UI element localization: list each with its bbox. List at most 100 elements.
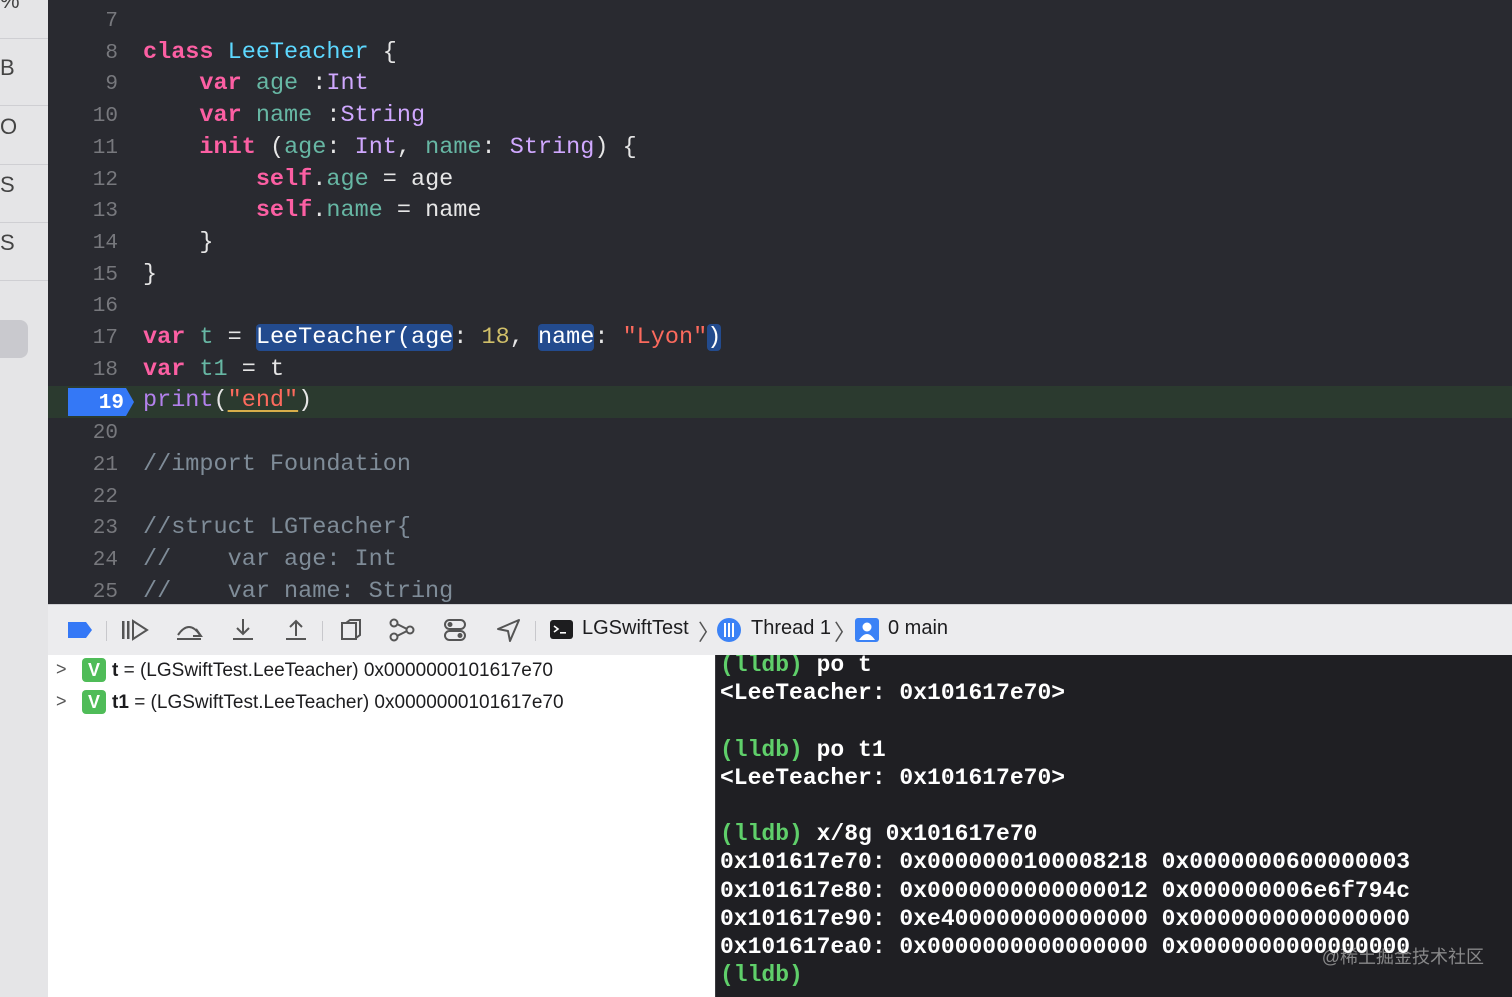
code-token: var bbox=[199, 102, 242, 130]
code-text: print("end") bbox=[143, 387, 312, 414]
line-number: 12 bbox=[92, 168, 118, 192]
code-line[interactable]: 11 init (age: Int, name: String) { bbox=[48, 133, 1512, 165]
code-line[interactable]: 7 bbox=[48, 6, 1512, 38]
code-token: ) bbox=[298, 387, 313, 415]
continue-icon[interactable] bbox=[120, 617, 150, 643]
breakpoint-indicator-icon[interactable]: 19 bbox=[68, 388, 134, 417]
code-line[interactable]: 13 self.name = name bbox=[48, 196, 1512, 228]
memory-graph-icon[interactable] bbox=[388, 617, 418, 643]
toolbar-separator bbox=[106, 621, 107, 641]
simulate-location-icon[interactable] bbox=[494, 617, 524, 643]
code-token: : bbox=[453, 324, 482, 351]
step-out-icon[interactable] bbox=[281, 617, 311, 643]
code-token: Int bbox=[326, 70, 369, 98]
code-text: init (age: Int, name: String) { bbox=[143, 133, 636, 161]
code-line[interactable]: 25 // var name: String bbox=[48, 577, 1512, 604]
breadcrumb-frame[interactable]: 0 main bbox=[888, 617, 948, 640]
code-line[interactable]: 18 var t1 = t bbox=[48, 355, 1512, 387]
navigator-item[interactable]: S bbox=[0, 222, 48, 281]
console-text: 0x101617e80: 0x0000000000000012 0x000000… bbox=[720, 877, 1411, 904]
terminal-icon bbox=[549, 617, 579, 643]
code-token: "end" bbox=[227, 387, 299, 415]
variable-row[interactable]: > V t = (LGSwiftTest.LeeTeacher) 0x00000… bbox=[48, 655, 715, 687]
code-text: } bbox=[143, 261, 157, 288]
code-line[interactable]: 8 class LeeTeacher { bbox=[48, 38, 1512, 70]
line-number: 25 bbox=[92, 580, 118, 604]
code-text: // var age: Int bbox=[143, 546, 397, 573]
code-token: name bbox=[425, 133, 482, 161]
console-line: (lldb) bbox=[720, 962, 803, 988]
breadcrumb-thread[interactable]: Thread 1 bbox=[751, 617, 831, 640]
code-line[interactable]: 9 var age :Int bbox=[48, 69, 1512, 101]
code-text: class LeeTeacher { bbox=[143, 39, 397, 66]
code-line[interactable]: 21 //import Foundation bbox=[48, 450, 1512, 482]
console-line: 0x101617e70: 0x0000000100008218 0x000000… bbox=[720, 849, 1410, 875]
code-line[interactable]: 22 bbox=[48, 482, 1512, 514]
navigator-strip: % B O S S bbox=[0, 0, 49, 997]
lldb-prompt: (lldb) bbox=[720, 821, 803, 848]
code-line[interactable]: 14 } bbox=[48, 228, 1512, 260]
lldb-prompt: (lldb) bbox=[720, 655, 803, 678]
code-token: = age bbox=[368, 165, 454, 193]
code-line[interactable]: 15} bbox=[48, 260, 1512, 292]
navigator-selected-item[interactable] bbox=[0, 320, 28, 358]
navigator-item[interactable]: S bbox=[0, 164, 48, 223]
code-token: : bbox=[312, 102, 341, 130]
code-token: t1 bbox=[199, 355, 228, 383]
code-line[interactable]: 16 bbox=[48, 291, 1512, 323]
code-text: //import Foundation bbox=[143, 451, 411, 478]
console-text: <LeeTeacher: 0x101617e70> bbox=[720, 764, 1066, 791]
variable-badge: V bbox=[82, 690, 106, 714]
code-token: age bbox=[326, 165, 369, 193]
code-text: } bbox=[143, 228, 214, 256]
breadcrumb-target[interactable]: LGSwiftTest bbox=[582, 617, 689, 640]
user-frame-icon bbox=[854, 617, 884, 643]
code-text: var t = LeeTeacher(age: 18, name: "Lyon"… bbox=[143, 324, 722, 351]
code-token: name bbox=[255, 102, 313, 130]
variable-row[interactable]: > V t1 = (LGSwiftTest.LeeTeacher) 0x0000… bbox=[48, 687, 715, 719]
step-over-icon[interactable] bbox=[174, 617, 204, 643]
variable-name: t1 bbox=[112, 692, 129, 713]
breakpoints-toggle-icon[interactable] bbox=[66, 617, 96, 643]
line-number: 10 bbox=[92, 105, 118, 129]
environment-overrides-icon[interactable] bbox=[441, 617, 471, 643]
navigator-item[interactable]: B bbox=[0, 47, 48, 106]
code-line[interactable]: 24 // var age: Int bbox=[48, 545, 1512, 577]
code-text: // var name: String bbox=[143, 578, 453, 604]
code-token: self bbox=[255, 165, 313, 193]
line-number: 8 bbox=[105, 41, 118, 65]
source-editor[interactable]: 7 8 class LeeTeacher {9 var age :Int 10 var… bbox=[48, 0, 1512, 604]
code-token: ) bbox=[707, 324, 722, 351]
console-text: 0x101617e90: 0xe400000000000000 0x000000… bbox=[720, 905, 1411, 932]
code-token: //struct LGTeacher{ bbox=[143, 514, 411, 542]
disclosure-chevron-icon[interactable]: > bbox=[56, 659, 67, 680]
line-number: 15 bbox=[92, 263, 118, 287]
chevron-right-icon: 〉 bbox=[834, 620, 857, 645]
line-number: 23 bbox=[92, 517, 118, 541]
debug-view-hierarchy-icon[interactable] bbox=[336, 617, 366, 643]
code-line[interactable]: 23 //struct LGTeacher{ bbox=[48, 513, 1512, 545]
code-token: , bbox=[396, 133, 426, 161]
code-line[interactable]: 17 var t = LeeTeacher(age: 18, name: "Lyo… bbox=[48, 323, 1512, 355]
code-token: = bbox=[213, 324, 256, 351]
code-line-current[interactable]: 19 print("end") bbox=[48, 386, 1512, 419]
console-text: po t1 bbox=[802, 736, 886, 763]
toolbar-separator bbox=[322, 621, 323, 641]
code-token: = t bbox=[227, 355, 285, 383]
code-line[interactable]: 20 bbox=[48, 418, 1512, 450]
line-number: 24 bbox=[92, 548, 118, 572]
console-line: 0x101617e80: 0x0000000000000012 0x000000… bbox=[720, 878, 1410, 904]
line-number: 19 bbox=[98, 392, 124, 416]
disclosure-chevron-icon[interactable]: > bbox=[56, 691, 67, 712]
step-into-icon[interactable] bbox=[228, 617, 258, 643]
code-token: } bbox=[143, 228, 214, 256]
debug-console[interactable]: @稀土掘金技术社区 (lldb) po t <LeeTeacher: 0x1016… bbox=[716, 655, 1512, 997]
line-number: 9 bbox=[105, 73, 118, 97]
code-line[interactable]: 12 self.age = age bbox=[48, 165, 1512, 197]
code-line[interactable]: 10 var name :String bbox=[48, 101, 1512, 133]
code-token: name bbox=[537, 324, 595, 351]
code-text: var age :Int bbox=[143, 70, 369, 98]
navigator-item[interactable]: % bbox=[0, 0, 48, 39]
navigator-item[interactable]: O bbox=[0, 106, 48, 165]
